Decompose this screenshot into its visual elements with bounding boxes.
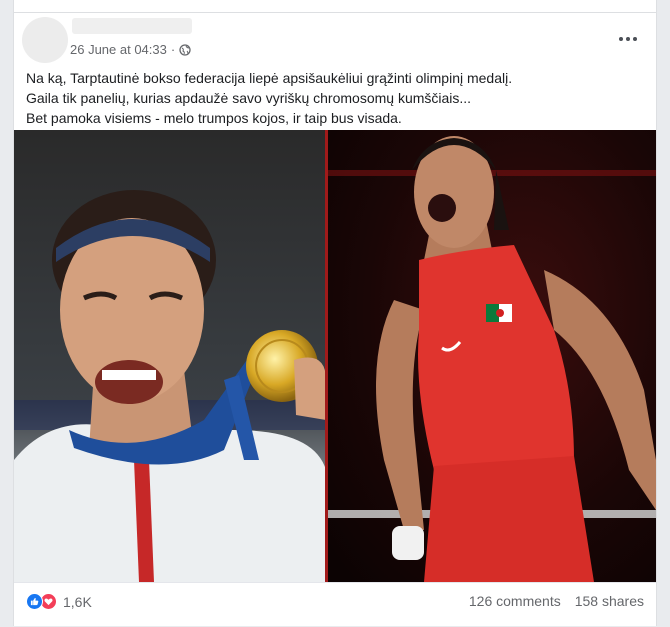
globe-icon[interactable] [179, 43, 191, 56]
photo-boxer-with-gold-medal [14, 130, 326, 582]
engagement-counts: 126 comments 158 shares [469, 593, 644, 609]
post-text-line: Gaila tik panelių, kurias apdaužė savo v… [26, 90, 472, 106]
author-name-redacted[interactable] [72, 18, 192, 34]
more-options-icon[interactable] [618, 30, 638, 48]
like-icon [26, 593, 43, 610]
divider [14, 12, 656, 13]
reactions-summary[interactable]: 1,6K [26, 593, 92, 610]
post-card: 26 June at 04:33 · Na ką, Tarptautinė bo… [13, 0, 657, 626]
reaction-count[interactable]: 1,6K [63, 594, 92, 610]
post-text: Na ką, Tarptautinė bokso federacija liep… [26, 68, 644, 128]
post-footer: 1,6K 126 comments 158 shares [14, 582, 656, 627]
avatar[interactable] [22, 17, 68, 63]
post-text-line: Bet pamoka visiems - melo trumpos kojos,… [26, 110, 402, 126]
post-text-line: Na ką, Tarptautinė bokso federacija liep… [26, 70, 513, 86]
photo-boxer-red-singlet-shouting [328, 130, 656, 582]
shares-count-link[interactable]: 158 shares [575, 593, 644, 609]
post-meta: 26 June at 04:33 · [70, 42, 191, 57]
comments-count-link[interactable]: 126 comments [469, 593, 561, 609]
meta-separator: · [170, 42, 176, 57]
post-timestamp[interactable]: 26 June at 04:33 [70, 42, 167, 57]
post-photo[interactable] [14, 130, 656, 582]
